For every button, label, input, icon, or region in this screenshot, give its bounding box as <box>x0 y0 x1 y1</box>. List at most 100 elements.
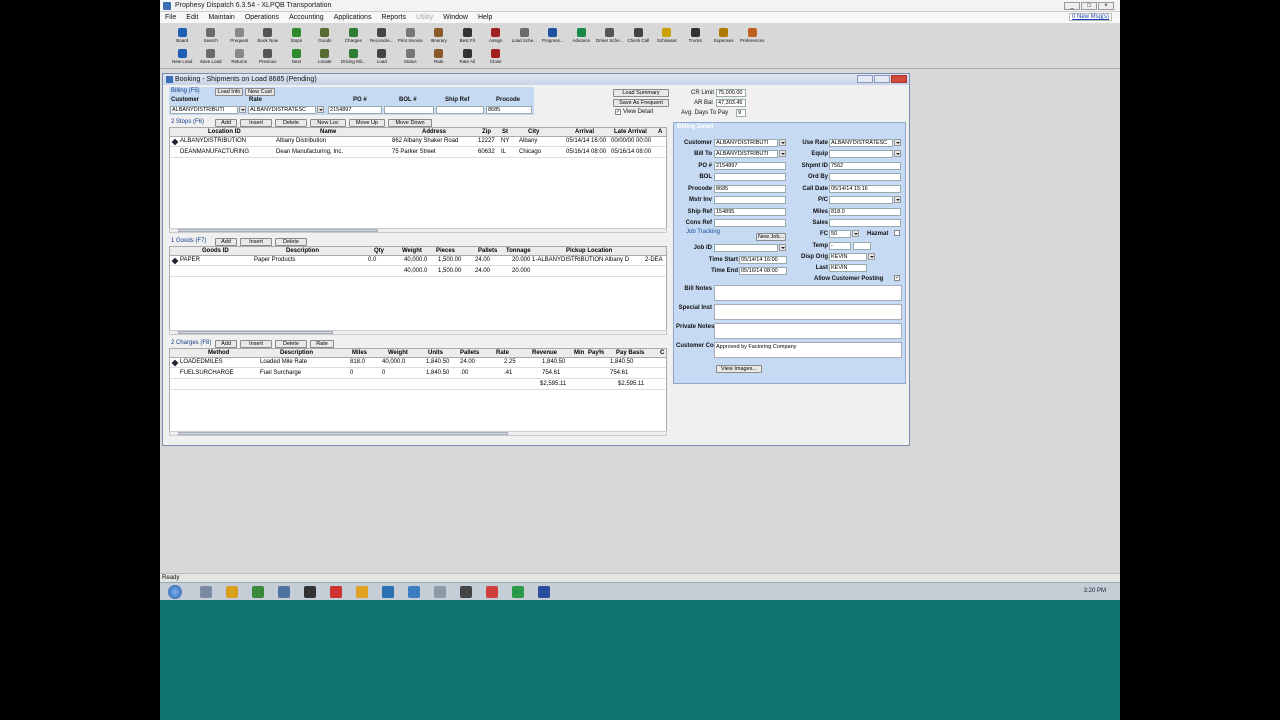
charges-scrollbar[interactable] <box>169 431 667 436</box>
menu-file[interactable]: File <box>160 14 181 21</box>
menu-maintain[interactable]: Maintain <box>203 14 239 21</box>
taskbar-app-1-icon[interactable] <box>226 586 238 598</box>
bill-to-input[interactable]: ALBANYDISTRIBUTI <box>714 150 778 158</box>
toolbar-rate-all-button[interactable]: Rate All <box>453 47 482 69</box>
toolbar-board-button[interactable]: Board <box>168 26 197 48</box>
charges-delete-button[interactable]: Delete <box>275 340 307 348</box>
table-row[interactable]: FUELSURCHARGE Fuel Surcharge 0 0 1,840.50 .00… <box>170 369 666 379</box>
rate-input[interactable]: ALBANYDISTRATESC <box>248 106 316 114</box>
view-images-button[interactable]: View Images... <box>716 365 762 373</box>
toolbar-next-button[interactable]: Next <box>282 47 311 69</box>
toolbar-driver-sche-button[interactable]: Driver Sche... <box>596 26 625 48</box>
customer-dropdown[interactable] <box>779 139 786 146</box>
use-rate-input[interactable]: ALBANYDISTRATESC <box>829 139 893 147</box>
toolbar-driving-mil-button[interactable]: Driving Mil... <box>339 47 368 69</box>
child-close-button[interactable] <box>891 75 907 83</box>
toolbar-goods-button[interactable]: Goods <box>311 26 340 48</box>
table-row[interactable]: DEANMANUFACTURING Dean Manufacturing, Inc… <box>170 148 666 158</box>
disp-orig-input[interactable]: KEVIN <box>829 253 867 261</box>
taskbar-app-2-icon[interactable] <box>252 586 264 598</box>
toolbar-search-button[interactable]: Search <box>197 26 226 48</box>
ord-by-input[interactable] <box>829 173 901 181</box>
job-id-dropdown[interactable] <box>779 244 786 251</box>
taskbar-app-3-icon[interactable] <box>278 586 290 598</box>
new-job-button[interactable]: New Job... <box>756 233 786 241</box>
procode-input[interactable]: 8685 <box>714 185 786 193</box>
toolbar-reconcile-button[interactable]: Reconcile... <box>368 26 397 48</box>
cons-ref-input[interactable] <box>714 219 786 227</box>
allow-posting-checkbox[interactable]: ✓ <box>894 275 900 281</box>
use-rate-dropdown[interactable] <box>894 139 901 146</box>
special-inst-textarea[interactable] <box>714 304 902 320</box>
last-input[interactable]: KEVIN <box>829 264 867 272</box>
taskbar-app-0-icon[interactable] <box>200 586 212 598</box>
toolbar-best-fit-button[interactable]: Best Fit <box>453 26 482 48</box>
toolbar-previous-button[interactable]: Previous <box>254 47 283 69</box>
menu-applications[interactable]: Applications <box>329 14 377 21</box>
goods-scrollbar[interactable] <box>169 330 667 335</box>
fc-dropdown[interactable] <box>852 230 859 237</box>
toolbar-status-button[interactable]: Status <box>396 47 425 69</box>
stops-add-button[interactable]: Add <box>215 119 237 127</box>
taskbar-app-11-icon[interactable] <box>486 586 498 598</box>
temp-input[interactable]: - <box>829 242 851 250</box>
bol-input[interactable] <box>384 106 434 114</box>
taskbar-app-7-icon[interactable] <box>382 586 394 598</box>
ship-ref-input[interactable] <box>436 106 484 114</box>
po-input[interactable]: 2154897 <box>328 106 382 114</box>
time-start-input[interactable]: 05/14/14 16:00 <box>739 256 787 264</box>
ship-ref-input[interactable]: 154895 <box>714 208 786 216</box>
toolbar-trucks-button[interactable]: Trucks <box>681 26 710 48</box>
taskbar-app-12-icon[interactable] <box>512 586 524 598</box>
menu-operations[interactable]: Operations <box>240 14 284 21</box>
mstr-inv-input[interactable] <box>714 196 786 204</box>
table-row[interactable]: ALBANYDISTRIBUTION Albany Distribution 862… <box>170 137 666 147</box>
toolbar-prequest-button[interactable]: Prequest <box>225 26 254 48</box>
tab-billing[interactable]: Billing (F5) <box>171 88 200 94</box>
toolbar-rate-button[interactable]: Rate <box>425 47 454 69</box>
stops-insert-button[interactable]: Insert <box>240 119 272 127</box>
charges-rate-button[interactable]: Rate <box>310 340 334 348</box>
toolbar-check-call-button[interactable]: Check Call <box>624 26 653 48</box>
view-detail-checkbox[interactable]: ✓ <box>615 109 621 115</box>
menu-utility[interactable]: Utility <box>411 14 438 21</box>
hazmat-checkbox[interactable] <box>894 230 900 236</box>
toolbar-load-sche-button[interactable]: Load Sche... <box>510 26 539 48</box>
customer-input[interactable]: ALBANYDISTRIBUTI <box>714 139 778 147</box>
po-input[interactable]: 2154897 <box>714 162 786 170</box>
save-as-frequent-button[interactable]: Save As Frequent <box>613 99 669 107</box>
stops-new-loc-button[interactable]: New Loc <box>310 119 346 127</box>
time-end-input[interactable]: 05/16/14 08:00 <box>739 267 787 275</box>
toolbar-new-load-button[interactable]: New Load <box>168 47 197 69</box>
rate-dropdown[interactable] <box>317 106 324 113</box>
equip-dropdown[interactable] <box>894 150 901 157</box>
toolbar-save-load-button[interactable]: Save Load <box>197 47 226 69</box>
toolbar-charges-button[interactable]: Charges <box>339 26 368 48</box>
stops-scrollbar[interactable] <box>169 228 667 233</box>
miles-input[interactable]: 818.0 <box>829 208 901 216</box>
menu-window[interactable]: Window <box>438 14 473 21</box>
taskbar-app-6-icon[interactable] <box>356 586 368 598</box>
minimize-button[interactable]: _ <box>1064 2 1080 10</box>
goods-delete-button[interactable]: Delete <box>275 238 307 246</box>
menu-reports[interactable]: Reports <box>376 14 411 21</box>
taskbar-app-9-icon[interactable] <box>434 586 446 598</box>
toolbar-print-invoice-button[interactable]: Print Invoice <box>396 26 425 48</box>
job-id-input[interactable] <box>714 244 778 252</box>
new-messages-link[interactable]: 0 New Msg(s) <box>1068 13 1112 21</box>
taskbar-app-10-icon[interactable] <box>460 586 472 598</box>
customer-comments-textarea[interactable]: Approved by Factoring Company <box>714 342 902 358</box>
table-row[interactable]: PAPER Paper Products 0.0 40,000.0 1,500.00 24… <box>170 256 666 266</box>
toolbar-load-button[interactable]: Load <box>368 47 397 69</box>
taskbar-app-8-icon[interactable] <box>408 586 420 598</box>
equip-input[interactable] <box>829 150 893 158</box>
toolbar-progress-button[interactable]: Progress... <box>539 26 568 48</box>
toolbar-expenses-button[interactable]: Expenses <box>710 26 739 48</box>
toolbar-locate-button[interactable]: Locate <box>311 47 340 69</box>
pc-dropdown[interactable] <box>894 196 901 203</box>
toolbar-itinerary-button[interactable]: Itinerary <box>425 26 454 48</box>
stops-move-up-button[interactable]: Move Up <box>349 119 385 127</box>
table-row[interactable]: LOADEDMILES Loaded Mile Rate 818.0 40,000.0… <box>170 358 666 368</box>
private-notes-textarea[interactable] <box>714 323 902 339</box>
toolbar-close-button[interactable]: Close <box>482 47 511 69</box>
